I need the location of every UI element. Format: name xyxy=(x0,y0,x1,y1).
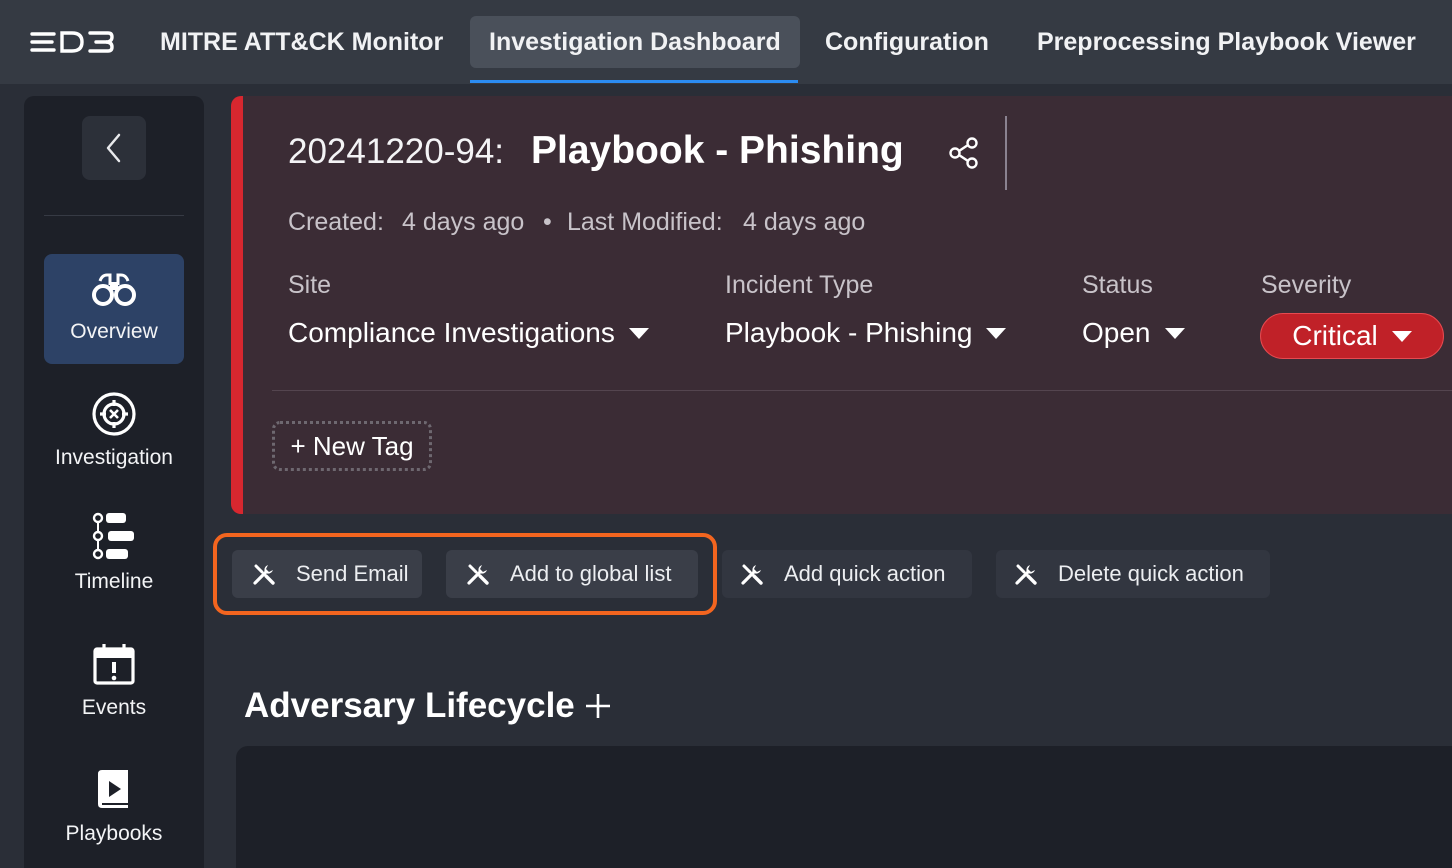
left-sidebar: Overview Investigation Timeline Events P… xyxy=(24,96,204,868)
timeline-icon xyxy=(90,512,138,560)
quick-actions-highlight xyxy=(213,533,717,615)
d3-logo[interactable] xyxy=(30,28,116,56)
severity-accent-bar xyxy=(231,96,243,514)
site-label: Site xyxy=(288,271,332,299)
tab-mitre-attack-monitor[interactable]: MITRE ATT&CK Monitor xyxy=(141,16,462,68)
sidebar-item-timeline[interactable]: Timeline xyxy=(44,506,184,616)
card-divider xyxy=(272,390,1452,391)
severity-dropdown[interactable]: Critical xyxy=(1260,313,1444,359)
sidebar-item-label: Overview xyxy=(70,320,158,343)
caret-down-icon xyxy=(986,327,1007,339)
sidebar-item-overview[interactable]: Overview xyxy=(44,254,184,364)
meta-separator: • xyxy=(543,208,552,236)
sidebar-item-playbooks[interactable]: Playbooks xyxy=(44,758,184,868)
sidebar-item-events[interactable]: Events xyxy=(44,632,184,742)
severity-value: Critical xyxy=(1292,320,1378,351)
site-value: Compliance Investigations xyxy=(288,317,615,348)
tab-investigation-dashboard[interactable]: Investigation Dashboard xyxy=(470,16,800,68)
last-modified-label: Last Modified: xyxy=(567,208,723,236)
severity-label: Severity xyxy=(1261,271,1352,299)
caret-down-icon xyxy=(1164,327,1185,339)
collapse-sidebar-button[interactable] xyxy=(82,116,146,180)
new-tag-button[interactable]: + New Tag xyxy=(272,421,432,471)
active-tab-indicator xyxy=(470,80,798,83)
sidebar-divider xyxy=(44,215,184,216)
status-value: Open xyxy=(1082,317,1151,348)
top-navigation-bar: MITRE ATT&CK Monitor Investigation Dashb… xyxy=(0,0,1452,84)
sidebar-item-investigation[interactable]: Investigation xyxy=(44,382,184,492)
status-dropdown[interactable]: Open xyxy=(1082,317,1185,349)
delete-quick-action-button[interactable]: Delete quick action xyxy=(996,550,1270,598)
adversary-lifecycle-title: Adversary Lifecycle xyxy=(244,686,575,725)
incident-type-dropdown[interactable]: Playbook - Phishing xyxy=(725,317,1007,349)
caret-down-icon xyxy=(628,327,649,339)
calendar-alert-icon xyxy=(90,640,138,688)
incident-type-label: Incident Type xyxy=(725,271,874,299)
sidebar-item-label: Events xyxy=(81,696,147,719)
sidebar-item-label: Playbooks xyxy=(65,822,163,845)
incident-type-value: Playbook - Phishing xyxy=(725,317,973,348)
plus-icon[interactable] xyxy=(584,692,612,720)
title-divider xyxy=(1005,116,1007,190)
adversary-lifecycle-panel xyxy=(236,746,1452,868)
sidebar-item-label: Investigation xyxy=(55,446,173,469)
quick-action-label: Delete quick action xyxy=(1058,561,1244,586)
binoculars-icon xyxy=(90,266,138,314)
add-quick-action-button[interactable]: Add quick action xyxy=(722,550,972,598)
incident-id: 20241220-94: xyxy=(288,132,505,171)
tab-configuration[interactable]: Configuration xyxy=(806,16,1008,68)
quick-action-label: Add quick action xyxy=(784,561,946,586)
site-dropdown[interactable]: Compliance Investigations xyxy=(288,317,649,349)
status-label: Status xyxy=(1082,271,1153,299)
crosshair-icon xyxy=(90,390,138,438)
caret-down-icon xyxy=(1391,330,1412,342)
chevron-left-icon xyxy=(106,133,121,163)
incident-title: Playbook - Phishing xyxy=(531,129,904,172)
tab-preprocessing-playbook-viewer[interactable]: Preprocessing Playbook Viewer xyxy=(1018,16,1435,68)
created-label: Created: xyxy=(288,208,384,236)
wrench-icon xyxy=(741,564,763,585)
last-modified-value: 4 days ago xyxy=(743,208,866,236)
created-value: 4 days ago xyxy=(402,208,525,236)
share-icon[interactable] xyxy=(947,136,981,170)
wrench-icon xyxy=(1015,564,1037,585)
playbook-icon xyxy=(90,766,138,814)
sidebar-item-label: Timeline xyxy=(74,570,154,593)
